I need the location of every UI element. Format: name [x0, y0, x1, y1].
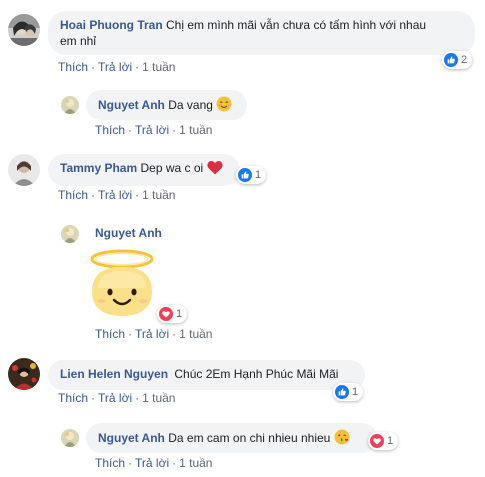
comment-actions: Thích · Trả lời · 1 tuần: [58, 391, 176, 405]
reaction-summary[interactable]: 1: [368, 432, 399, 450]
reaction-summary[interactable]: 1: [236, 166, 267, 184]
comment-bubble: Nguyet Anh Da vang: [86, 90, 247, 120]
comment-author[interactable]: Hoai Phuong Tran: [60, 18, 163, 32]
comment-actions: Thích · Trả lời · 1 tuần: [58, 60, 176, 74]
timestamp[interactable]: 1 tuần: [142, 391, 175, 405]
like-link[interactable]: Thích: [58, 391, 88, 405]
like-icon: [444, 53, 458, 67]
red-heart-emoji-icon: [206, 160, 223, 175]
love-icon: [159, 307, 173, 321]
comment-author[interactable]: Nguyet Anh: [95, 225, 162, 241]
kiss-emoji-icon: [334, 429, 350, 445]
smiling-emoji-icon: [216, 96, 232, 112]
comment-text: Dep wa c oi: [140, 161, 204, 175]
comment-text-line2: em nhỉ: [60, 34, 97, 48]
comment-author[interactable]: Nguyet Anh: [98, 431, 165, 445]
comment-text: Da em cam on chi nhieu nhieu: [168, 431, 331, 445]
reaction-count: 1: [176, 308, 183, 320]
reaction-summary[interactable]: 1: [333, 383, 364, 401]
like-link[interactable]: Thích: [58, 60, 88, 74]
timestamp[interactable]: 1 tuần: [179, 327, 212, 341]
comment-actions: Thích · Trả lời · 1 tuần: [95, 456, 213, 470]
timestamp[interactable]: 1 tuần: [179, 456, 212, 470]
reaction-summary[interactable]: 1: [157, 305, 188, 323]
comment-bubble: Lien Helen Nguyen Chúc 2Em Hạnh Phúc Mãi…: [48, 360, 365, 390]
comment-text: Chúc 2Em Hạnh Phúc Mãi Mãi: [174, 367, 339, 381]
reaction-count: 1: [387, 435, 394, 447]
like-link[interactable]: Thích: [95, 456, 125, 470]
reaction-count: 1: [255, 169, 262, 181]
like-link[interactable]: Thích: [58, 188, 88, 202]
like-link[interactable]: Thích: [95, 123, 125, 137]
comment-text: Chị em mình mãi vẫn chưa có tấm hình với…: [166, 18, 427, 32]
comment-author[interactable]: Nguyet Anh: [98, 98, 165, 112]
comment-bubble: Hoai Phuong Tran Chị em mình mãi vẫn chư…: [48, 11, 475, 55]
like-icon: [335, 385, 349, 399]
timestamp[interactable]: 1 tuần: [142, 60, 175, 74]
comment-author[interactable]: Tammy Pham: [60, 161, 137, 175]
reply-link[interactable]: Trả lời: [98, 188, 132, 202]
timestamp[interactable]: 1 tuần: [179, 123, 212, 137]
avatar[interactable]: [61, 96, 79, 114]
comment-actions: Thích · Trả lời · 1 tuần: [95, 123, 213, 137]
reaction-count: 2: [461, 54, 468, 66]
timestamp[interactable]: 1 tuần: [142, 188, 175, 202]
angel-sticker-icon: [86, 248, 158, 320]
comment-bubble: Nguyet Anh Da em cam on chi nhieu nhieu: [86, 423, 377, 453]
comment-text: Da vang: [168, 98, 213, 112]
avatar[interactable]: [8, 154, 40, 186]
comment-bubble: Tammy Pham Dep wa c oi: [48, 154, 240, 186]
comment-author[interactable]: Lien Helen Nguyen: [60, 367, 168, 381]
reaction-summary[interactable]: 2: [442, 51, 473, 69]
like-link[interactable]: Thích: [95, 327, 125, 341]
avatar[interactable]: [8, 14, 40, 46]
comment-actions: Thích · Trả lời · 1 tuần: [58, 188, 176, 202]
reply-link[interactable]: Trả lời: [135, 123, 169, 137]
reaction-count: 1: [352, 386, 359, 398]
reply-link[interactable]: Trả lời: [135, 327, 169, 341]
avatar[interactable]: [61, 225, 79, 243]
reply-link[interactable]: Trả lời: [98, 391, 132, 405]
avatar[interactable]: [61, 429, 79, 447]
comment-actions: Thích · Trả lời · 1 tuần: [95, 327, 213, 341]
reply-link[interactable]: Trả lời: [135, 456, 169, 470]
avatar[interactable]: [8, 358, 40, 390]
like-icon: [238, 168, 252, 182]
love-icon: [370, 434, 384, 448]
reply-link[interactable]: Trả lời: [98, 60, 132, 74]
